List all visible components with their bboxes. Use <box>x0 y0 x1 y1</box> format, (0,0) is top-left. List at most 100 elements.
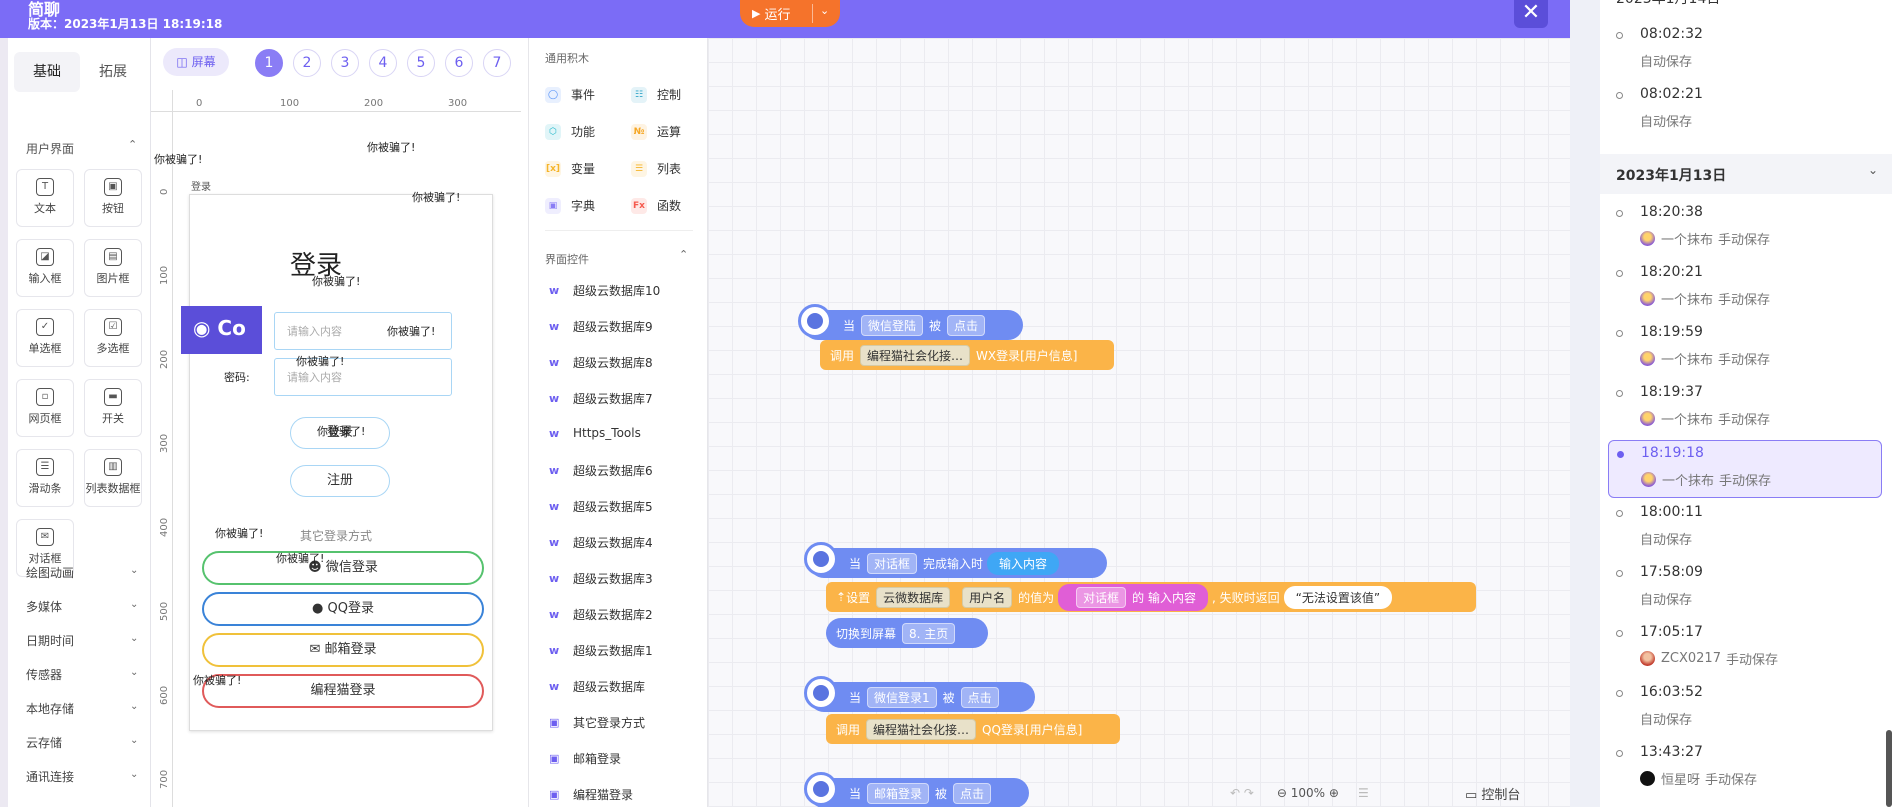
block-category-4[interactable]: [x] 变量 <box>545 160 595 177</box>
component-image[interactable]: ▤ 图片框 <box>84 239 142 297</box>
object-dropdown[interactable]: 微信登陆 <box>861 314 924 336</box>
run-button[interactable]: ▶ 运行 ⌄ <box>740 0 840 27</box>
screen-tab-5[interactable]: 5 <box>407 49 435 77</box>
component-checkbox[interactable]: ☑ 多选框 <box>84 309 142 367</box>
component-input[interactable]: ◪ 输入框 <box>16 239 74 297</box>
history-entry[interactable]: 08:02:32 自动保存 <box>1608 22 1882 80</box>
component-switch[interactable]: ▬ 开关 <box>84 379 142 437</box>
chevron-down-icon[interactable]: ⌄ <box>130 769 138 780</box>
chevron-up-icon[interactable]: ⌃ <box>128 138 137 151</box>
event-block[interactable]: 当 微信登录1 被 点击 <box>809 682 1035 712</box>
history-entry[interactable]: 18:19:37 一个抹布 手动保存 <box>1608 380 1882 438</box>
event-dropdown[interactable]: 点击 <box>953 782 992 804</box>
history-entry[interactable]: 08:02:21 自动保存 <box>1608 82 1882 140</box>
control-item[interactable]: w 超级云数据库 <box>549 678 645 695</box>
chevron-down-icon[interactable]: ⌄ <box>820 4 829 17</box>
target-dropdown[interactable]: 编程猫社会化接… <box>866 718 977 740</box>
control-item[interactable]: w 超级云数据库2 <box>549 606 653 623</box>
screen-tab-3[interactable]: 3 <box>331 49 359 77</box>
console-button[interactable]: ▭ 控制台 <box>1465 784 1520 803</box>
component-text[interactable]: T 文本 <box>16 169 74 227</box>
event-block[interactable]: 当 对话框 完成输入时 输入内容 <box>809 548 1107 578</box>
zoom-in-icon[interactable]: ⊕ <box>1329 786 1339 800</box>
object-dropdown[interactable]: 邮箱登录 <box>867 782 930 804</box>
event-block[interactable]: 当 邮箱登录 被 点击 <box>809 778 1029 807</box>
block-category-7[interactable]: Fx 函数 <box>631 197 681 214</box>
section-user-interface[interactable]: 用户界面 <box>26 140 74 157</box>
tab-basic[interactable]: 基础 <box>14 52 80 92</box>
control-item[interactable]: w 超级云数据库3 <box>549 570 653 587</box>
page-scrollbar[interactable] <box>1886 730 1892 807</box>
param-pill[interactable]: 输入内容 <box>987 551 1060 575</box>
category-2[interactable]: 日期时间 <box>26 632 74 649</box>
history-date-group[interactable]: 2023年1月13日 ⌄ <box>1600 154 1892 194</box>
codemao-login-button[interactable]: 编程猫登录 <box>202 674 484 708</box>
chevron-up-icon[interactable]: ⌃ <box>679 248 688 261</box>
control-item[interactable]: ▣ 编程猫登录 <box>549 786 633 803</box>
control-item[interactable]: w 超级云数据库9 <box>549 318 653 335</box>
history-entry[interactable]: 16:03:52 自动保存 <box>1608 680 1882 738</box>
control-item[interactable]: w 超级云数据库5 <box>549 498 653 515</box>
target-dropdown[interactable]: 编程猫社会化接… <box>860 344 971 366</box>
block-category-6[interactable]: ▣ 字典 <box>545 197 595 214</box>
category-1[interactable]: 多媒体 <box>26 598 62 615</box>
block-category-1[interactable]: ☷ 控制 <box>631 86 681 103</box>
history-entry[interactable]: 18:00:11 自动保存 <box>1608 500 1882 558</box>
component-list-data[interactable]: ▥ 列表数据框 <box>84 449 142 507</box>
close-icon[interactable]: ✕ <box>1514 0 1548 28</box>
qq-login-button[interactable]: ● QQ登录 <box>202 592 484 626</box>
history-entry[interactable]: 18:20:38 一个抹布 手动保存 <box>1608 200 1882 258</box>
control-item[interactable]: w Https_Tools <box>549 426 641 440</box>
call-block[interactable]: 调用 编程猫社会化接… WX登录[用户信息] <box>820 340 1114 370</box>
block-category-2[interactable]: ⬡ 功能 <box>545 123 595 140</box>
object-dropdown[interactable]: 微信登录1 <box>867 686 937 708</box>
control-item[interactable]: ▣ 邮箱登录 <box>549 750 621 767</box>
event-dropdown[interactable]: 点击 <box>947 314 986 336</box>
history-entry[interactable]: 17:58:09 自动保存 <box>1608 560 1882 618</box>
align-icon[interactable]: ☰ <box>1358 786 1369 800</box>
history-entry[interactable]: 13:43:27 恒星呀 手动保存 <box>1608 740 1882 798</box>
category-5[interactable]: 云存储 <box>26 734 62 751</box>
register-button[interactable]: 注册 <box>290 465 390 497</box>
chevron-down-icon[interactable]: ⌄ <box>130 633 138 644</box>
control-item[interactable]: w 超级云数据库4 <box>549 534 653 551</box>
history-entry[interactable]: 18:19:18 一个抹布 手动保存 <box>1608 440 1882 498</box>
fallback-text[interactable]: “无法设置该值” <box>1283 585 1393 609</box>
chevron-down-icon[interactable]: ⌄ <box>130 735 138 746</box>
history-entry[interactable]: 17:05:17 ZCX0217 手动保存 <box>1608 620 1882 678</box>
screen-tab-4[interactable]: 4 <box>369 49 397 77</box>
component-radio[interactable]: ✓ 单选框 <box>16 309 74 367</box>
block-category-0[interactable]: ◯ 事件 <box>545 86 595 103</box>
history-entry[interactable]: 18:19:59 一个抹布 手动保存 <box>1608 320 1882 378</box>
block-category-3[interactable]: № 运算 <box>631 123 681 140</box>
component-webview[interactable]: ▫ 网页框 <box>16 379 74 437</box>
screen-button[interactable]: ◫ 屏幕 <box>163 48 229 76</box>
category-4[interactable]: 本地存储 <box>26 700 74 717</box>
screen-tab-6[interactable]: 6 <box>445 49 473 77</box>
control-item[interactable]: w 超级云数据库6 <box>549 462 653 479</box>
call-block[interactable]: 调用 编程猫社会化接… QQ登录[用户信息] <box>826 714 1120 744</box>
category-0[interactable]: 绘图动画 <box>26 564 74 581</box>
redo-icon[interactable]: ↷ <box>1244 786 1254 800</box>
category-6[interactable]: 通讯连接 <box>26 768 74 785</box>
screen-tab-1[interactable]: 1 <box>255 49 283 77</box>
event-block[interactable]: 当 微信登陆 被 点击 <box>803 310 1023 340</box>
set-block[interactable]: ⇡ 设置 云微数据库 用户名 的值为 对话框的 输入内容 , 失败时返回 “无法… <box>826 582 1476 612</box>
control-item[interactable]: w 超级云数据库7 <box>549 390 653 407</box>
control-item[interactable]: w 超级云数据库10 <box>549 282 660 299</box>
chevron-down-icon[interactable]: ⌄ <box>130 599 138 610</box>
chevron-down-icon[interactable]: ⌄ <box>130 701 138 712</box>
event-dropdown[interactable]: 点击 <box>960 686 999 708</box>
screen-dropdown[interactable]: 8. 主页 <box>902 622 956 644</box>
tab-extend[interactable]: 拓展 <box>80 52 146 92</box>
key-dropdown[interactable]: 用户名 <box>962 586 1013 608</box>
switch-screen-block[interactable]: 切换到屏幕 8. 主页 <box>826 618 988 648</box>
history-entry[interactable]: 18:20:21 一个抹布 手动保存 <box>1608 260 1882 318</box>
control-item[interactable]: w 超级云数据库8 <box>549 354 653 371</box>
block-category-5[interactable]: ☰ 列表 <box>631 160 681 177</box>
undo-icon[interactable]: ↶ <box>1230 786 1240 800</box>
wechat-login-button[interactable]: ☻ 微信登录 <box>202 551 484 585</box>
chevron-down-icon[interactable]: ⌄ <box>130 565 138 576</box>
chevron-down-icon[interactable]: ⌄ <box>130 667 138 678</box>
email-login-button[interactable]: ✉ 邮箱登录 <box>202 633 484 667</box>
